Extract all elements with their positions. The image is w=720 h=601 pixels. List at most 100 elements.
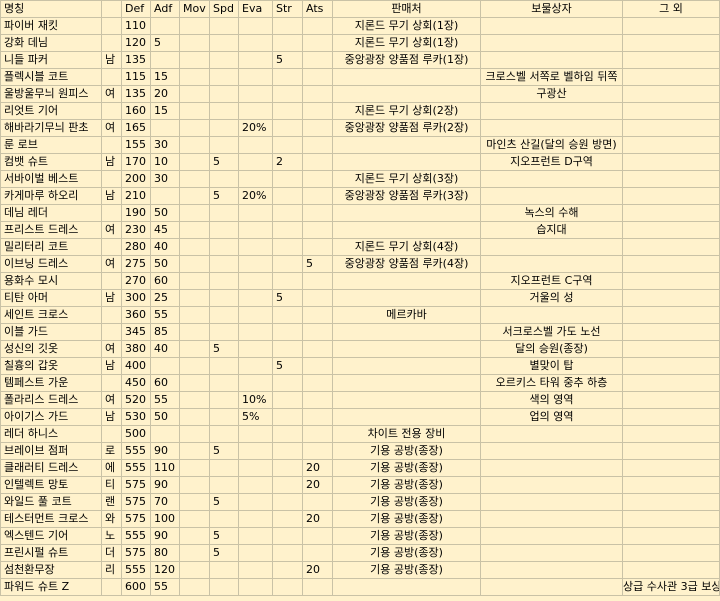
cell-name: 리엇트 기어 xyxy=(0,102,102,120)
cell-spd xyxy=(209,357,239,375)
cell-eva xyxy=(238,306,273,324)
cell-spd xyxy=(209,425,239,443)
cell-spd: 5 xyxy=(209,493,239,511)
cell-other xyxy=(622,323,720,341)
cell-name: 폴라리스 드레스 xyxy=(0,391,102,409)
header-eva: Eva xyxy=(238,0,273,18)
cell-str xyxy=(272,391,303,409)
cell-spd xyxy=(209,255,239,273)
cell-mov xyxy=(179,204,210,222)
cell-mov xyxy=(179,425,210,443)
cell-seller: 기용 공방(종장) xyxy=(332,527,481,545)
cell-str: 2 xyxy=(272,153,303,171)
cell-gender xyxy=(101,238,122,256)
cell-other xyxy=(622,306,720,324)
cell-spd xyxy=(209,391,239,409)
cell-name: 룬 로브 xyxy=(0,136,102,154)
cell-name: 해바라기무늬 판초 xyxy=(0,119,102,137)
cell-mov xyxy=(179,510,210,528)
cell-spd xyxy=(209,306,239,324)
cell-def: 400 xyxy=(121,357,151,375)
cell-other xyxy=(622,442,720,460)
cell-name: 용화수 모시 xyxy=(0,272,102,290)
cell-adf: 60 xyxy=(150,272,180,290)
cell-str xyxy=(272,187,303,205)
cell-treasure: 습지대 xyxy=(480,221,623,239)
cell-str xyxy=(272,119,303,137)
table-row: 인텔렉트 망토 티 575 90 20 기용 공방(종장) xyxy=(0,476,720,494)
cell-seller: 메르카바 xyxy=(332,306,481,324)
cell-treasure: 달의 승원(종장) xyxy=(480,340,623,358)
cell-gender: 에 xyxy=(101,459,122,477)
cell-str xyxy=(272,561,303,579)
cell-seller xyxy=(332,68,481,86)
cell-gender: 남 xyxy=(101,51,122,69)
table-row: 클래러티 드레스 에 555 110 20 기용 공방(종장) xyxy=(0,459,720,477)
cell-name: 칠흉의 갑옷 xyxy=(0,357,102,375)
cell-seller xyxy=(332,85,481,103)
cell-seller xyxy=(332,357,481,375)
cell-def: 555 xyxy=(121,459,151,477)
cell-spd xyxy=(209,51,239,69)
cell-def: 160 xyxy=(121,102,151,120)
cell-name: 성신의 깃옷 xyxy=(0,340,102,358)
cell-adf: 100 xyxy=(150,510,180,528)
cell-gender: 여 xyxy=(101,85,122,103)
header-def: Def xyxy=(121,0,151,18)
cell-seller: 기용 공방(종장) xyxy=(332,476,481,494)
header-adf: Adf xyxy=(150,0,180,18)
cell-eva xyxy=(238,17,273,35)
cell-ats xyxy=(302,442,333,460)
cell-seller: 기용 공방(종장) xyxy=(332,561,481,579)
cell-str xyxy=(272,221,303,239)
table-row: 프리스트 드레스 여 230 45 습지대 xyxy=(0,221,720,239)
cell-str xyxy=(272,442,303,460)
cell-mov xyxy=(179,272,210,290)
cell-str xyxy=(272,425,303,443)
header-name: 명칭 xyxy=(0,0,102,18)
cell-spd xyxy=(209,238,239,256)
cell-name: 엑스텐드 기어 xyxy=(0,527,102,545)
cell-ats: 20 xyxy=(302,459,333,477)
cell-treasure: 마인츠 산길(달의 승원 방면) xyxy=(480,136,623,154)
cell-eva xyxy=(238,476,273,494)
cell-str xyxy=(272,102,303,120)
cell-treasure xyxy=(480,459,623,477)
cell-mov xyxy=(179,68,210,86)
cell-str xyxy=(272,527,303,545)
cell-eva xyxy=(238,238,273,256)
cell-ats xyxy=(302,68,333,86)
cell-name: 카게마루 하오리 xyxy=(0,187,102,205)
cell-other xyxy=(622,340,720,358)
cell-def: 300 xyxy=(121,289,151,307)
cell-name: 프린시펄 슈트 xyxy=(0,544,102,562)
header-treasure: 보물상자 xyxy=(480,0,623,18)
cell-str xyxy=(272,544,303,562)
cell-seller: 중앙광장 양품점 루카(4장) xyxy=(332,255,481,273)
cell-adf xyxy=(150,51,180,69)
cell-ats: 20 xyxy=(302,561,333,579)
cell-seller: 기용 공방(종장) xyxy=(332,442,481,460)
cell-gender: 여 xyxy=(101,391,122,409)
cell-adf: 50 xyxy=(150,255,180,273)
cell-adf: 50 xyxy=(150,408,180,426)
cell-seller: 지론드 무기 상회(2장) xyxy=(332,102,481,120)
cell-def: 600 xyxy=(121,578,151,596)
cell-seller: 기용 공방(종장) xyxy=(332,493,481,511)
cell-str xyxy=(272,68,303,86)
cell-name: 섬천환무장 xyxy=(0,561,102,579)
cell-eva xyxy=(238,340,273,358)
cell-name: 니들 파커 xyxy=(0,51,102,69)
cell-seller: 기용 공방(종장) xyxy=(332,510,481,528)
cell-other xyxy=(622,187,720,205)
table-row: 프린시펄 슈트 더 575 80 5 기용 공방(종장) xyxy=(0,544,720,562)
table-row: 이블 가드 345 85 서크로스벨 가도 노선 xyxy=(0,323,720,341)
cell-eva xyxy=(238,527,273,545)
cell-spd xyxy=(209,204,239,222)
cell-def: 135 xyxy=(121,51,151,69)
cell-spd: 5 xyxy=(209,527,239,545)
cell-spd: 5 xyxy=(209,340,239,358)
cell-eva xyxy=(238,459,273,477)
cell-spd xyxy=(209,34,239,52)
cell-treasure xyxy=(480,544,623,562)
